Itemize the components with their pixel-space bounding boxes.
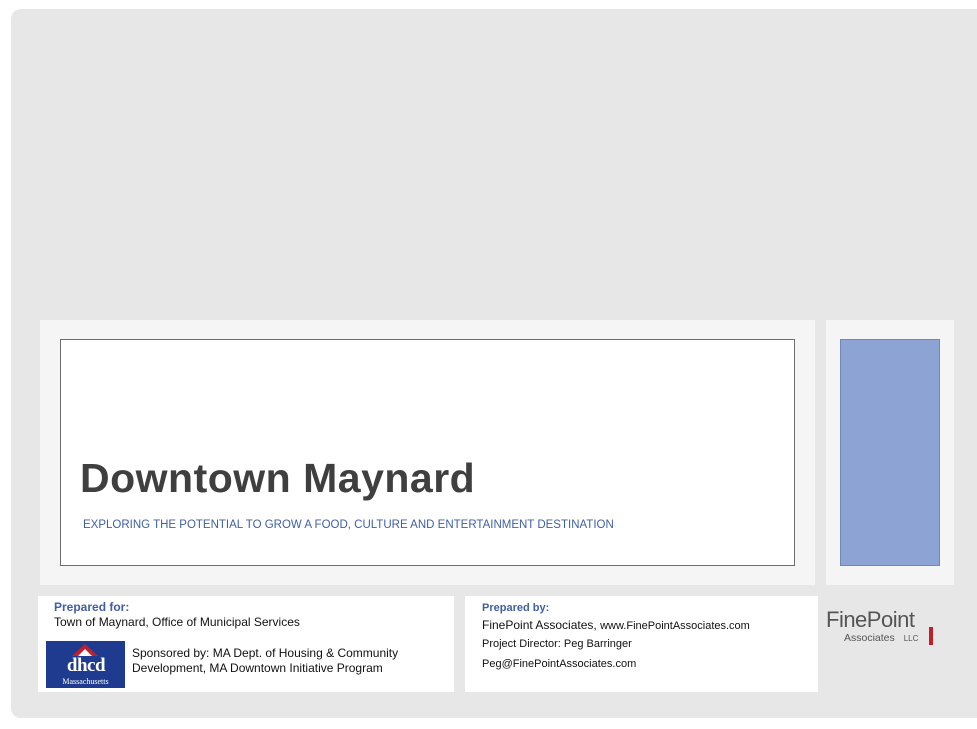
- finepoint-logo-llc: LLC: [903, 634, 919, 643]
- accent-rectangle: [840, 339, 940, 566]
- finepoint-logo: FinePoint Associates LLC: [826, 607, 954, 647]
- dhcd-logo-subtext: Massachusetts: [62, 677, 109, 686]
- dhcd-logo-text: dhcd: [66, 655, 106, 676]
- project-director: Project Director: Peg Barringer: [482, 638, 632, 650]
- prepared-by-website[interactable]: www.FinePointAssociates.com: [600, 620, 750, 632]
- prepared-by-company-line: FinePoint Associates, www.FinePointAssoc…: [482, 616, 750, 634]
- contact-email[interactable]: Peg@FinePointAssociates.com: [482, 658, 636, 670]
- dhcd-logo: dhcd Massachusetts: [46, 641, 125, 688]
- title-frame: [60, 339, 795, 566]
- prepared-by-label: Prepared by:: [482, 602, 550, 614]
- finepoint-logo-name: FinePoint: [826, 607, 915, 632]
- sponsor-line-2: Development, MA Downtown Initiative Prog…: [132, 661, 383, 675]
- finepoint-logo-bar: [929, 627, 933, 645]
- prepared-by-card: Prepared by: FinePoint Associates, www.F…: [465, 596, 818, 692]
- page-subtitle: EXPLORING THE POTENTIAL TO GROW A FOOD, …: [83, 519, 614, 531]
- prepared-by-company: FinePoint Associates,: [482, 618, 601, 632]
- prepared-for-text: Town of Maynard, Office of Municipal Ser…: [54, 615, 300, 629]
- page-title: Downtown Maynard: [80, 455, 476, 501]
- prepared-for-label: Prepared for:: [54, 600, 130, 614]
- sponsor-line-1: Sponsored by: MA Dept. of Housing & Comm…: [132, 646, 399, 660]
- finepoint-logo-associates: Associates: [844, 632, 895, 644]
- finepoint-logo-sub: Associates LLC: [844, 632, 918, 644]
